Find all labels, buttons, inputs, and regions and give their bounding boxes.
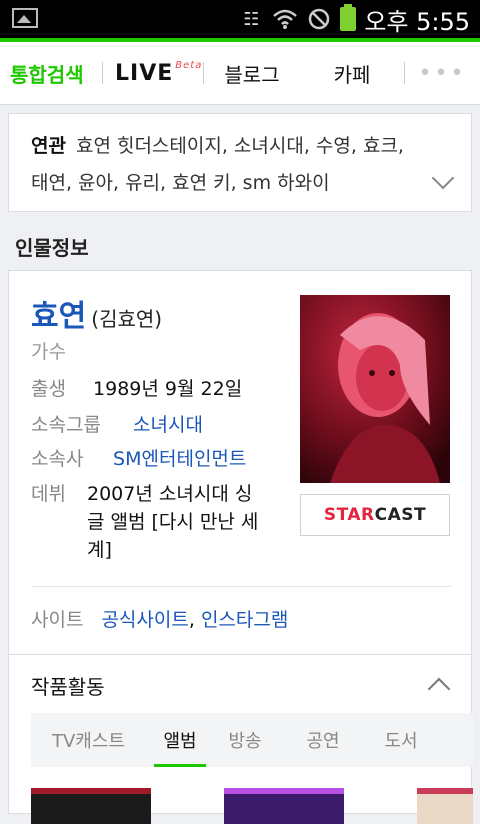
album-thumbnail[interactable] bbox=[31, 788, 151, 824]
agency-label: 소속사 bbox=[31, 448, 84, 470]
album-thumbnail[interactable] bbox=[417, 788, 473, 824]
starcast-label-star: STAR bbox=[323, 505, 375, 525]
starcast-label-cast: CAST bbox=[374, 505, 427, 525]
agency-link[interactable]: SM엔터테인먼트 bbox=[113, 448, 246, 470]
works-tab-album[interactable]: 앨범 bbox=[154, 713, 206, 767]
group-label: 소속그룹 bbox=[31, 414, 101, 436]
official-site-link[interactable]: 공식사이트 bbox=[101, 609, 188, 631]
works-card: 작품활동 TV캐스트 앨범 방송 공연 도서 bbox=[8, 654, 473, 824]
works-tab-performance[interactable]: 공연 bbox=[284, 713, 362, 767]
debut-line: 계] bbox=[87, 539, 112, 561]
person-job: 가수 bbox=[31, 341, 66, 363]
agency-row: 소속사 SM엔터테인먼트 bbox=[31, 445, 246, 473]
tab-integrated-search[interactable]: 통합검색 bbox=[0, 42, 102, 104]
person-section-title: 인물정보 bbox=[15, 236, 89, 260]
no-sim-icon bbox=[306, 8, 332, 30]
status-time: 오후 5:55 bbox=[364, 7, 470, 36]
works-tab-books[interactable]: 도서 bbox=[362, 713, 440, 767]
person-real-name: (김효연) bbox=[91, 307, 163, 331]
group-link[interactable]: 소녀시대 bbox=[133, 414, 203, 436]
chevron-up-icon[interactable] bbox=[427, 677, 451, 701]
debut-line: 글 앨범 [다시 만난 세 bbox=[87, 511, 259, 533]
debut-line: 2007년 소녀시대 싱 bbox=[87, 483, 253, 505]
debut-value: 2007년 소녀시대 싱 글 앨범 [다시 만난 세 계] bbox=[87, 480, 258, 564]
instagram-link[interactable]: 인스타그램 bbox=[201, 609, 288, 631]
more-tabs-button[interactable]: ••• bbox=[405, 42, 480, 104]
person-name[interactable]: 효연 bbox=[31, 299, 86, 334]
birth-label: 출생 bbox=[31, 378, 66, 400]
chevron-down-icon[interactable] bbox=[431, 166, 455, 190]
works-tab-broadcast[interactable]: 방송 bbox=[206, 713, 284, 767]
related-label: 연관 bbox=[31, 135, 66, 157]
battery-icon bbox=[340, 4, 357, 31]
divider bbox=[31, 586, 451, 587]
status-bar: ☷ 오후 5:55 bbox=[0, 0, 480, 38]
works-tab-tvcast[interactable]: TV캐스트 bbox=[31, 713, 146, 767]
related-text: 연관 효연 힛더스테이지, 소녀시대, 수영, 효크, 태연, 윤아, 유리, 효… bbox=[31, 128, 421, 202]
works-tabs: TV캐스트 앨범 방송 공연 도서 bbox=[31, 713, 473, 767]
birth-row: 출생 1989년 9월 22일 bbox=[31, 375, 242, 403]
birth-value: 1989년 9월 22일 bbox=[93, 378, 243, 400]
search-tabs: 통합검색 LIVE Beta 블로그 카페 ••• bbox=[0, 42, 480, 105]
related-keywords[interactable]: 효연 힛더스테이지, 소녀시대, 수영, 효크, 태연, 윤아, 유리, 효연 … bbox=[31, 135, 404, 194]
tab-blog[interactable]: 블로그 bbox=[204, 42, 300, 104]
starcast-button[interactable]: STAR CAST bbox=[300, 494, 450, 536]
vibrate-icon: ☷ bbox=[243, 8, 260, 30]
debut-label: 데뷔 bbox=[31, 483, 66, 505]
related-searches: 연관 효연 힛더스테이지, 소녀시대, 수영, 효크, 태연, 윤아, 유리, 효… bbox=[8, 113, 472, 212]
tab-live[interactable]: LIVE Beta bbox=[103, 42, 203, 104]
wifi-icon bbox=[272, 8, 298, 30]
album-thumbnail[interactable] bbox=[224, 788, 344, 824]
site-separator: , bbox=[188, 609, 195, 631]
tab-live-beta: Beta bbox=[175, 59, 203, 71]
site-label: 사이트 bbox=[31, 609, 84, 631]
person-name-row: 효연 (김효연) bbox=[31, 291, 162, 335]
group-row: 소속그룹 소녀시대 bbox=[31, 411, 203, 439]
site-row: 사이트 공식사이트, 인스타그램 bbox=[31, 605, 288, 632]
debut-row: 데뷔 2007년 소녀시대 싱 글 앨범 [다시 만난 세 계] bbox=[31, 480, 258, 564]
tab-cafe[interactable]: 카페 bbox=[300, 42, 404, 104]
works-title: 작품활동 bbox=[31, 675, 105, 699]
person-photo[interactable] bbox=[300, 295, 450, 483]
gallery-notification-icon bbox=[12, 8, 38, 28]
tab-live-label: LIVE bbox=[115, 60, 174, 86]
